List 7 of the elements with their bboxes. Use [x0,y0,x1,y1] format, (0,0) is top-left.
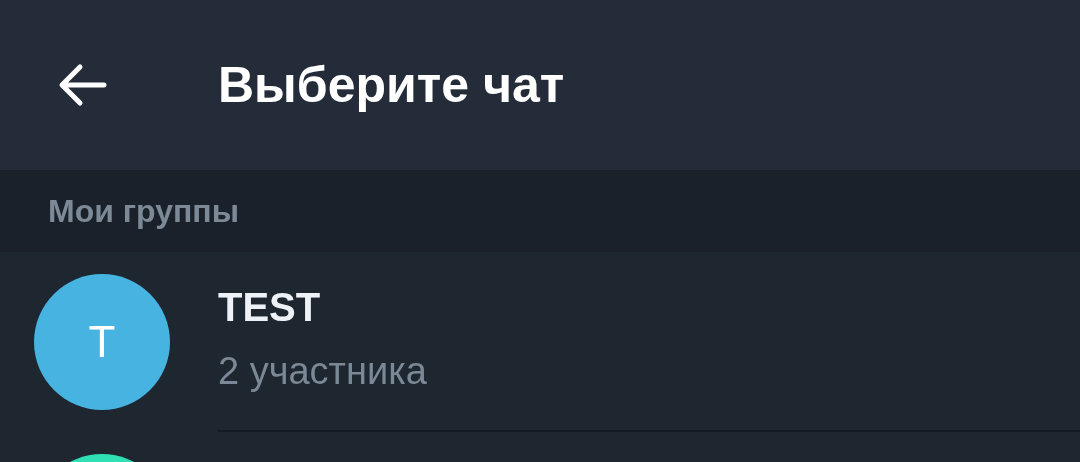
member-count: 2 участника [218,349,428,394]
avatar: T [34,274,170,410]
back-arrow-icon [58,63,108,107]
section-title: Мои группы [48,192,239,231]
chat-name: TEST [218,284,322,331]
screen-title: Выберите чат [218,60,565,110]
chat-row[interactable]: T TEST 2 участника [0,252,1080,432]
